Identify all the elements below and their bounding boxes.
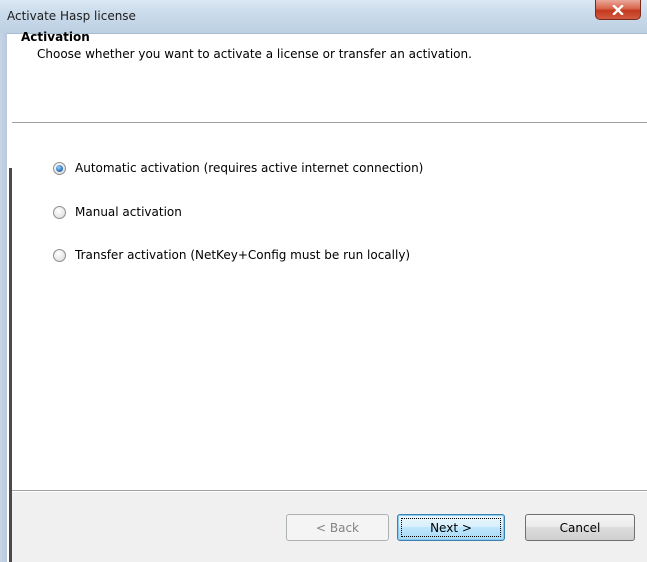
close-icon bbox=[612, 4, 624, 15]
window-title: Activate Hasp license bbox=[7, 9, 136, 23]
option-manual-activation[interactable]: Manual activation bbox=[53, 203, 182, 221]
option-label: Transfer activation (NetKey+Config must … bbox=[75, 248, 411, 262]
option-label: Automatic activation (requires active in… bbox=[75, 161, 424, 175]
next-button-label: Next > bbox=[430, 520, 472, 535]
back-button[interactable]: < Back bbox=[286, 514, 389, 541]
close-button[interactable] bbox=[595, 0, 641, 20]
radio-automatic-activation[interactable] bbox=[53, 161, 66, 175]
wizard-content bbox=[12, 124, 647, 490]
page-description: Choose whether you want to activate a li… bbox=[37, 47, 472, 61]
cancel-button[interactable]: Cancel bbox=[525, 514, 635, 541]
activate-hasp-dialog: Activate Hasp license Activation Choose … bbox=[0, 0, 647, 562]
option-label: Manual activation bbox=[75, 205, 182, 219]
next-button[interactable]: Next > bbox=[397, 514, 505, 541]
radio-transfer-activation[interactable] bbox=[53, 248, 66, 262]
option-automatic-activation[interactable]: Automatic activation (requires active in… bbox=[53, 159, 423, 177]
window-frame-left bbox=[0, 33, 7, 562]
page-title: Activation bbox=[21, 30, 90, 44]
radio-manual-activation[interactable] bbox=[53, 205, 66, 219]
title-bar[interactable]: Activate Hasp license bbox=[0, 0, 647, 34]
option-transfer-activation[interactable]: Transfer activation (NetKey+Config must … bbox=[53, 246, 410, 264]
